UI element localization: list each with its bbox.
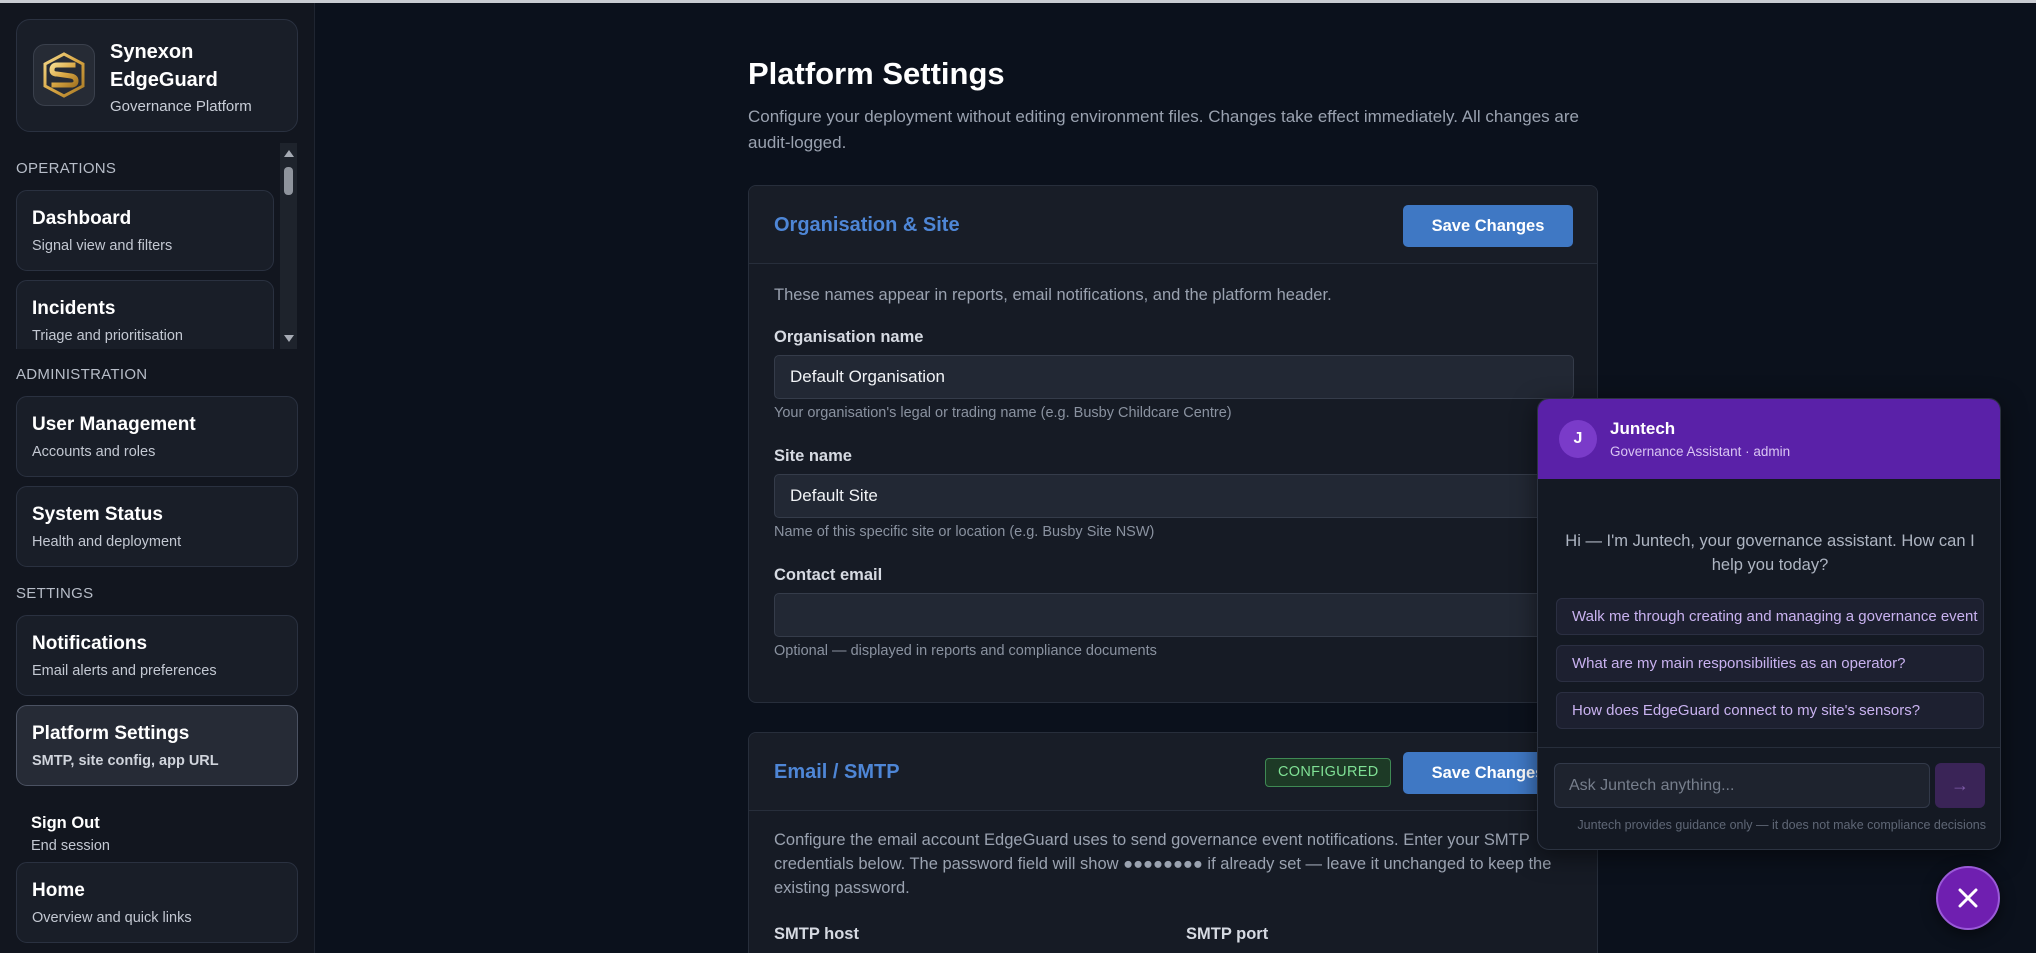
site-name-label: Site name bbox=[774, 447, 852, 465]
brand-name: Synexon EdgeGuard bbox=[110, 41, 218, 91]
save-changes-button[interactable]: Save Changes bbox=[1403, 205, 1573, 247]
sidebar-item-incidents[interactable]: Incidents Triage and prioritisation bbox=[16, 280, 274, 349]
section-label-settings: SETTINGS bbox=[16, 585, 94, 602]
avatar: J bbox=[1559, 420, 1597, 458]
logo-icon bbox=[33, 44, 95, 106]
assistant-chat-panel: J Juntech Governance Assistant · admin H… bbox=[1537, 398, 2001, 850]
sidebar-scrollbar[interactable] bbox=[280, 143, 297, 349]
configured-status-badge: CONFIGURED bbox=[1265, 758, 1392, 787]
chat-input[interactable] bbox=[1554, 763, 1930, 808]
chat-disclaimer: Juntech provides guidance only — it does… bbox=[1577, 818, 1986, 832]
operations-scroll-area[interactable]: Dashboard Signal view and filters Incide… bbox=[0, 143, 300, 349]
close-chat-button[interactable] bbox=[1936, 866, 2000, 930]
sidebar-item-title: User Management bbox=[32, 414, 196, 435]
scroll-thumb[interactable] bbox=[284, 167, 293, 195]
sidebar-item-title: Notifications bbox=[32, 633, 148, 654]
sidebar: Synexon EdgeGuard Governance Platform OP… bbox=[0, 3, 315, 953]
contact-email-input[interactable] bbox=[774, 593, 1574, 637]
organisation-name-input[interactable] bbox=[774, 355, 1574, 399]
page-title: Platform Settings bbox=[748, 56, 1005, 91]
panel-intro: Configure the email account EdgeGuard us… bbox=[774, 831, 1552, 897]
sidebar-item-subtitle: Email alerts and preferences bbox=[32, 663, 217, 679]
sidebar-item-title: Dashboard bbox=[32, 208, 132, 229]
sidebar-item-title: System Status bbox=[32, 504, 163, 525]
contact-email-label: Contact email bbox=[774, 566, 883, 584]
sidebar-item-title: Home bbox=[32, 880, 85, 901]
panel-title: Organisation & Site bbox=[774, 214, 960, 236]
divider bbox=[1538, 747, 2000, 748]
sidebar-item-subtitle: Overview and quick links bbox=[32, 910, 192, 926]
close-icon bbox=[1958, 888, 1978, 908]
organisation-site-panel: Organisation & Site Save Changes These n… bbox=[748, 185, 1598, 703]
panel-intro: These names appear in reports, email not… bbox=[774, 286, 1332, 304]
sidebar-item-subtitle: Triage and prioritisation bbox=[32, 328, 183, 344]
site-name-hint: Name of this specific site or location (… bbox=[774, 524, 1155, 540]
sidebar-item-title: Platform Settings bbox=[32, 723, 190, 744]
contact-email-hint: Optional — displayed in reports and comp… bbox=[774, 643, 1157, 659]
sidebar-item-home[interactable]: Home Overview and quick links bbox=[16, 862, 298, 943]
assistant-greeting: Hi — I'm Juntech, your governance assist… bbox=[1565, 532, 1975, 574]
sidebar-item-subtitle: Health and deployment bbox=[32, 534, 182, 550]
sidebar-item-platform-settings[interactable]: Platform Settings SMTP, site config, app… bbox=[16, 705, 298, 786]
sidebar-item-system-status[interactable]: System Status Health and deployment bbox=[16, 486, 298, 567]
sidebar-item-notifications[interactable]: Notifications Email alerts and preferenc… bbox=[16, 615, 298, 696]
email-smtp-panel: Email / SMTP CONFIGURED Save Changes Con… bbox=[748, 732, 1598, 953]
brand-card[interactable]: Synexon EdgeGuard Governance Platform bbox=[16, 19, 298, 132]
organisation-name-hint: Your organisation's legal or trading nam… bbox=[774, 405, 1232, 421]
scroll-up-arrow-icon[interactable] bbox=[284, 150, 294, 157]
send-button[interactable]: → bbox=[1935, 763, 1985, 808]
suggestion-button[interactable]: What are my main responsibilities as an … bbox=[1556, 645, 1984, 682]
panel-title: Email / SMTP bbox=[774, 761, 900, 783]
sidebar-item-subtitle: Signal view and filters bbox=[32, 238, 173, 254]
suggestion-button[interactable]: Walk me through creating and managing a … bbox=[1556, 598, 1984, 635]
scroll-down-arrow-icon[interactable] bbox=[284, 335, 294, 342]
sidebar-item-subtitle: Accounts and roles bbox=[32, 444, 156, 460]
sidebar-item-user-management[interactable]: User Management Accounts and roles bbox=[16, 396, 298, 477]
sidebar-item-dashboard[interactable]: Dashboard Signal view and filters bbox=[16, 190, 274, 271]
sidebar-item-title: Sign Out bbox=[31, 814, 100, 832]
organisation-name-label: Organisation name bbox=[774, 328, 924, 346]
smtp-host-label: SMTP host bbox=[774, 925, 859, 943]
sidebar-item-subtitle: End session bbox=[31, 838, 110, 854]
page-description: Configure your deployment without editin… bbox=[748, 107, 1579, 152]
site-name-input[interactable] bbox=[774, 474, 1574, 518]
sidebar-item-sign-out[interactable]: Sign Out End session bbox=[31, 814, 110, 854]
suggestion-button[interactable]: How does EdgeGuard connect to my site's … bbox=[1556, 692, 1984, 729]
chat-header: J Juntech Governance Assistant · admin bbox=[1538, 399, 2000, 479]
section-label-administration: ADMINISTRATION bbox=[16, 366, 148, 383]
assistant-role: Governance Assistant · admin bbox=[1610, 444, 1791, 459]
brand-subtitle: Governance Platform bbox=[110, 98, 252, 115]
assistant-name: Juntech bbox=[1610, 419, 1676, 438]
smtp-port-label: SMTP port bbox=[1186, 925, 1269, 943]
arrow-right-icon: → bbox=[1951, 775, 1969, 795]
panel-header: Email / SMTP CONFIGURED Save Changes bbox=[749, 733, 1597, 811]
sidebar-item-subtitle: SMTP, site config, app URL bbox=[32, 753, 219, 769]
sidebar-item-title: Incidents bbox=[32, 298, 116, 319]
panel-header: Organisation & Site Save Changes bbox=[749, 186, 1597, 264]
